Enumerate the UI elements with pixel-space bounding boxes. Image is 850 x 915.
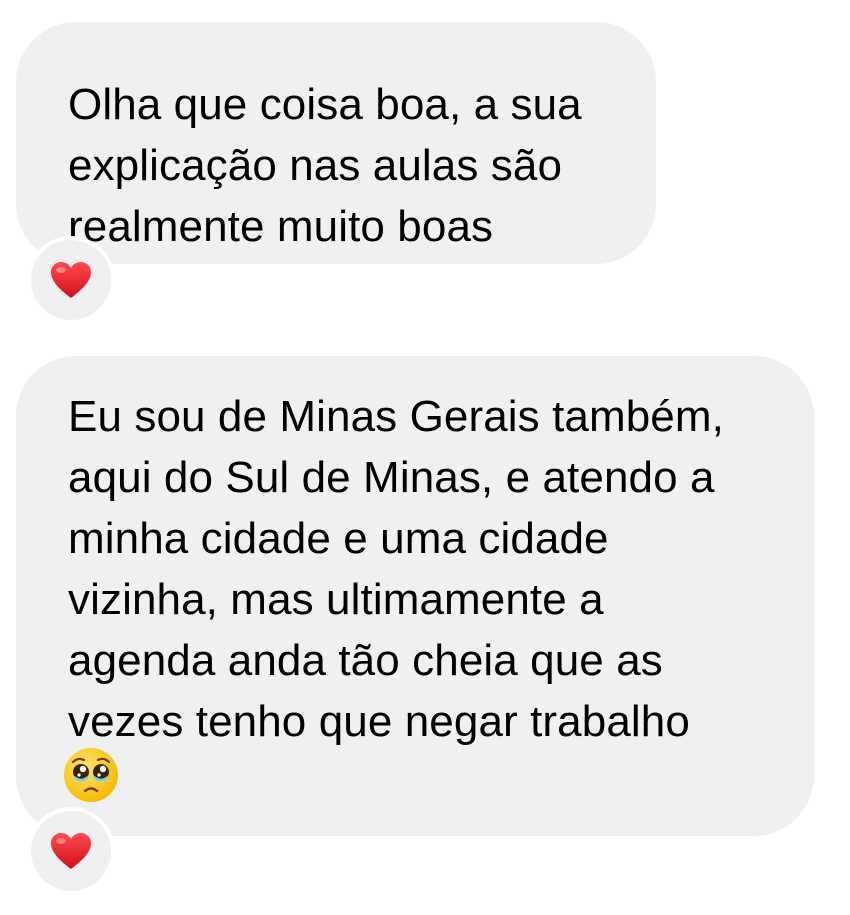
message-text-2: Eu sou de Minas Gerais também, aqui do S…	[68, 392, 724, 746]
heart-icon	[51, 833, 91, 869]
heart-icon	[51, 262, 91, 298]
message-bubble-2[interactable]: Eu sou de Minas Gerais também, aqui do S…	[16, 356, 814, 836]
reaction-badge-1[interactable]	[27, 236, 115, 324]
reaction-badge-2[interactable]	[27, 807, 115, 895]
message-bubble-1[interactable]: Olha que coisa boa, a sua explicação nas…	[16, 22, 656, 264]
pleading-face-icon	[64, 748, 118, 802]
message-text-1: Olha que coisa boa, a sua explicação nas…	[68, 80, 582, 251]
